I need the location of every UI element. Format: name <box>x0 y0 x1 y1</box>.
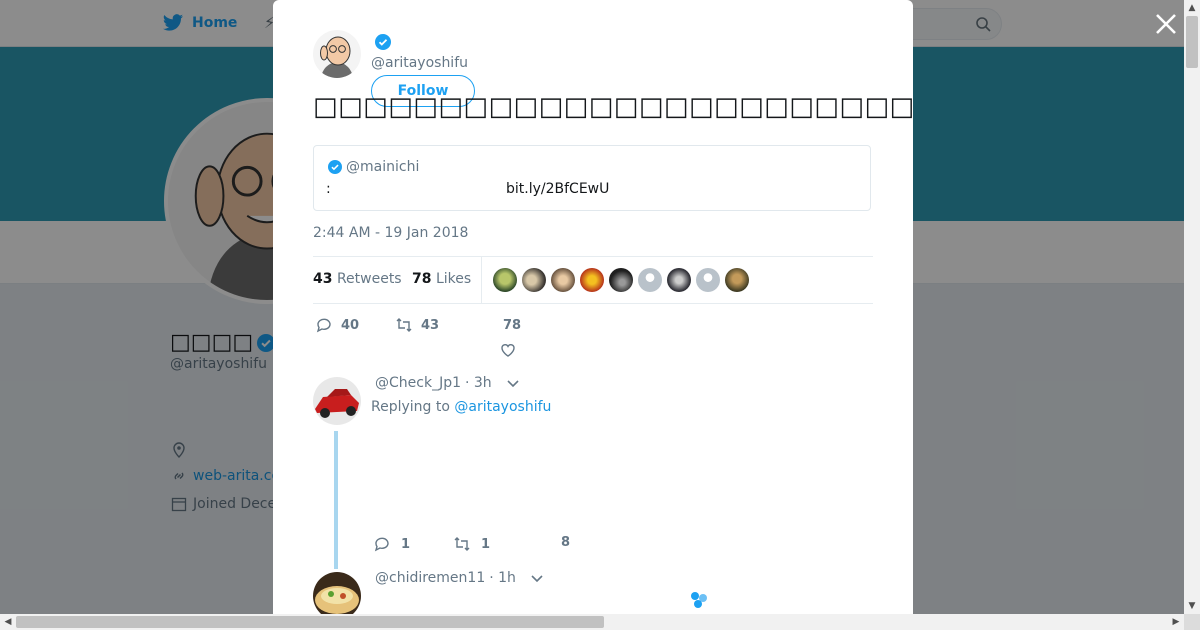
liker-avatar[interactable] <box>522 268 546 292</box>
vertical-scroll-thumb[interactable] <box>1186 16 1198 68</box>
liker-avatar[interactable] <box>580 268 604 292</box>
like-button[interactable]: 8 <box>561 535 570 550</box>
reply-header: @chidiremen11 · 1h <box>375 570 544 586</box>
quoted-tweet[interactable]: @mainichi : bit.ly/2BfCEwU <box>313 145 871 211</box>
vertical-scrollbar[interactable]: ▲ ▼ <box>1184 0 1200 614</box>
reply-avatar[interactable] <box>313 377 361 425</box>
chevron-down-icon[interactable] <box>506 376 520 390</box>
liker-avatar[interactable] <box>725 268 749 292</box>
tweet-actions: 40 43 78 <box>313 316 613 359</box>
liker-avatar[interactable] <box>609 268 633 292</box>
replying-to-link[interactable]: @aritayoshifu <box>454 399 551 415</box>
likes-count: 78 <box>412 271 432 287</box>
liker-avatars <box>493 268 749 292</box>
heart-icon[interactable] <box>499 341 517 359</box>
tweet-timestamp[interactable]: 2:44 AM - 19 Jan 2018 <box>313 225 468 241</box>
liker-avatar[interactable] <box>696 268 720 292</box>
quoted-link[interactable]: bit.ly/2BfCEwU <box>506 181 609 197</box>
reply-header: @Check_Jp1 · 3h <box>375 375 520 391</box>
likes-stat[interactable]: 78 Likes <box>412 271 471 287</box>
reply-handle[interactable]: @chidiremen11 <box>375 570 485 586</box>
reply-count: 1 <box>401 536 411 552</box>
retweets-stat[interactable]: 43 Retweets <box>313 271 402 287</box>
reply-icon <box>374 537 389 552</box>
scroll-left-arrow-icon[interactable]: ◀ <box>0 614 16 630</box>
retweet-icon <box>454 537 470 551</box>
likes-label: Likes <box>435 271 472 287</box>
retweet-button[interactable]: 43 <box>395 316 439 334</box>
author-handle[interactable]: @aritayoshifu <box>371 55 468 71</box>
horizontal-scroll-thumb[interactable] <box>16 616 604 628</box>
horizontal-scrollbar[interactable]: ◀ ▶ <box>0 614 1184 630</box>
replying-to-prefix: Replying to <box>371 399 450 415</box>
close-icon[interactable] <box>1153 11 1179 37</box>
retweet-count: 43 <box>421 317 440 333</box>
retweets-label: Retweets <box>336 271 402 287</box>
reply-handle[interactable]: @Check_Jp1 <box>375 375 461 391</box>
reply-count: 40 <box>341 317 360 333</box>
reply-time[interactable]: · 1h <box>489 570 516 586</box>
liker-avatar[interactable] <box>551 268 575 292</box>
liker-avatar[interactable] <box>493 268 517 292</box>
author-avatar[interactable] <box>313 30 361 78</box>
replying-to: Replying to @aritayoshifu <box>371 399 551 415</box>
reply-actions: 1 1 8 <box>373 535 633 557</box>
quoted-text: : <box>326 181 331 197</box>
stats-divider <box>481 257 482 303</box>
retweet-count: 1 <box>481 536 491 552</box>
quoted-handle: @mainichi <box>346 159 420 175</box>
verified-badge-icon <box>375 34 391 50</box>
reply-button[interactable]: 40 <box>315 316 359 334</box>
like-count: 78 <box>503 318 522 333</box>
retweet-icon <box>396 318 412 332</box>
liker-avatar[interactable] <box>638 268 662 292</box>
retweet-button[interactable]: 1 <box>453 535 490 553</box>
thread-connector-line <box>334 431 338 569</box>
reply-time[interactable]: · 3h <box>465 375 492 391</box>
reply-tweet[interactable]: @Check_Jp1 · 3h Replying to @aritayoshif… <box>313 375 873 569</box>
scroll-up-arrow-icon[interactable]: ▲ <box>1184 0 1200 16</box>
reply-icon <box>316 318 331 333</box>
scroll-down-arrow-icon[interactable]: ▼ <box>1184 598 1200 614</box>
scroll-right-arrow-icon[interactable]: ▶ <box>1168 614 1184 630</box>
reply-button[interactable]: 1 <box>373 535 410 553</box>
loading-spinner-icon <box>691 592 707 608</box>
verified-badge-icon <box>328 160 342 174</box>
reply-tweet[interactable]: @chidiremen11 · 1h <box>313 570 873 614</box>
chevron-down-icon[interactable] <box>530 571 544 585</box>
reply-avatar[interactable] <box>313 572 361 614</box>
tweet-stats: 43 Retweets 78 Likes <box>313 256 873 304</box>
like-count: 8 <box>561 535 571 550</box>
tweet-modal: @aritayoshifu Follow □□□□□□□□□□□□□□□□□□□… <box>273 0 913 614</box>
tweet-text: □□□□□□□□□□□□□□□□□□□□□□□□□□□□□□□□□□□□□□□□… <box>313 92 913 122</box>
liker-avatar[interactable] <box>667 268 691 292</box>
scrollbar-corner <box>1184 614 1200 630</box>
retweets-count: 43 <box>313 271 333 287</box>
